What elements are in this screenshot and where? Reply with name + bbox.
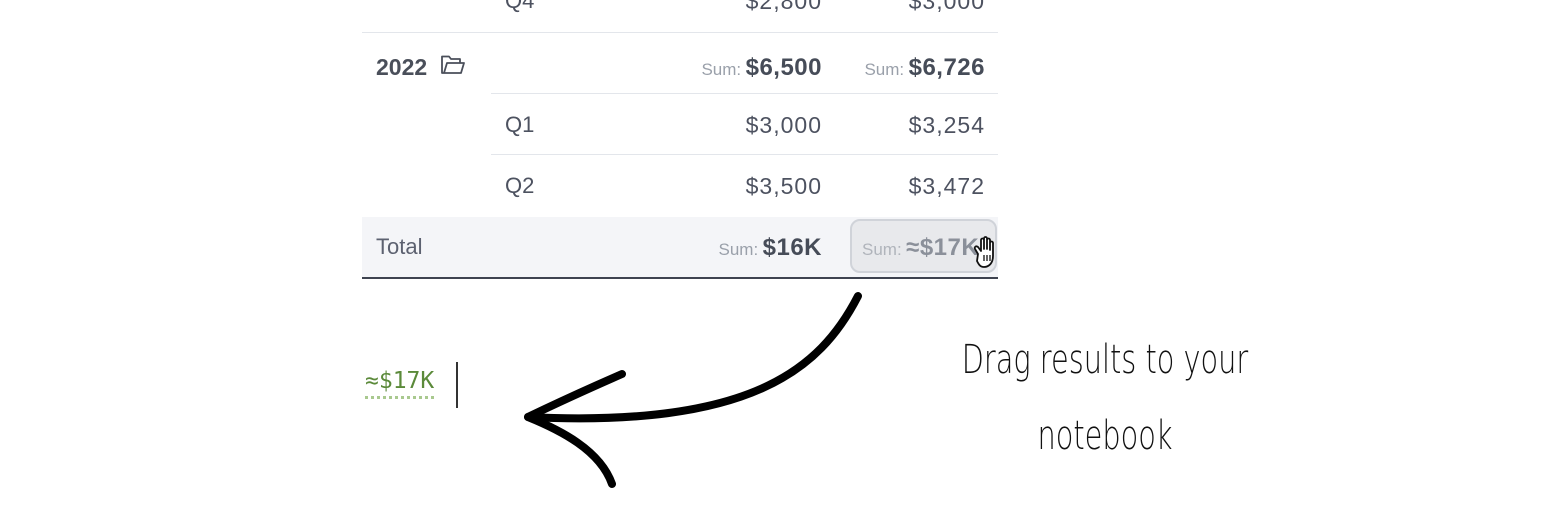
pivot-table-drag-demo: Q4 $2,800 $3,000 2022 Sum: $6,500 Sum: $… xyxy=(0,0,1552,512)
row-q4-quarter: Q4 xyxy=(505,0,535,13)
row-q1-value-1[interactable]: $3,000 xyxy=(680,112,822,139)
annotation-line-2: notebook xyxy=(1037,413,1173,459)
sum-value: $6,726 xyxy=(908,54,985,81)
total-label: Total xyxy=(376,234,423,259)
sum-value: $6,500 xyxy=(745,54,822,81)
row-q2-quarter: Q2 xyxy=(505,173,535,198)
sum-label: Sum: xyxy=(864,60,905,79)
row-divider xyxy=(491,93,998,94)
hand-grab-icon xyxy=(966,232,1008,274)
row-q2-value-2[interactable]: $3,472 xyxy=(850,173,985,200)
group-year-label[interactable]: 2022 xyxy=(376,54,427,81)
row-q4-value-1: $2,800 xyxy=(745,0,822,14)
annotation-text: Drag results to your notebook xyxy=(957,322,1252,474)
row-q1-value-2[interactable]: $3,254 xyxy=(850,112,985,139)
curved-arrow xyxy=(524,292,862,488)
row-divider xyxy=(491,154,998,155)
sum-label: Sum: xyxy=(701,60,742,79)
sum-label: Sum: xyxy=(718,240,759,259)
chip-content: Sum: ≈$17K xyxy=(862,234,979,262)
sum-value: $16K xyxy=(762,234,822,261)
row-q4-value-2: $3,000 xyxy=(908,0,985,14)
row-q1-quarter: Q1 xyxy=(505,112,535,137)
total-sum-col1[interactable]: Sum: $16K xyxy=(650,234,822,262)
annotation-line-1: Drag results to your xyxy=(961,337,1249,383)
text-caret xyxy=(456,362,458,408)
row-q2-value-1[interactable]: $3,500 xyxy=(680,173,822,200)
group-sum-col2[interactable]: Sum: $6,726 xyxy=(820,54,985,82)
sum-label: Sum: xyxy=(862,240,902,259)
group-sum-col1[interactable]: Sum: $6,500 xyxy=(650,54,822,82)
folder-icon[interactable] xyxy=(440,54,466,76)
notebook-result-value[interactable]: ≈$17K xyxy=(365,368,435,399)
row-divider xyxy=(362,32,998,33)
